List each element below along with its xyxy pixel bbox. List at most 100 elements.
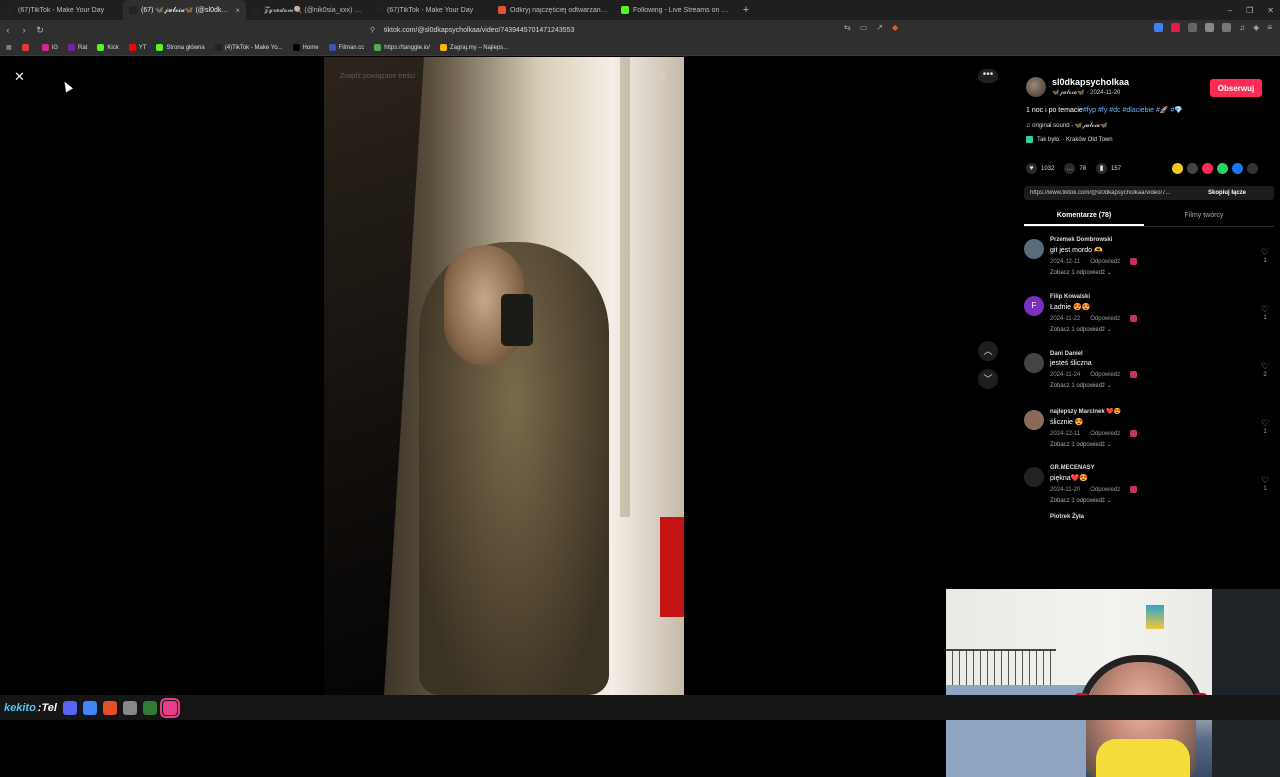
reply-button[interactable]: Odpowiedz — [1090, 431, 1120, 437]
author-block[interactable]: sl0dkapsycholkaa 🦋𝓳𝓾𝓵𝓬𝓲𝓪🦋 · 2024-11-20 — [1026, 77, 1129, 97]
taskbar-app-icon[interactable] — [122, 700, 137, 715]
commenter-avatar[interactable] — [1024, 410, 1044, 430]
reply-button[interactable]: Odpowiedz — [1090, 316, 1120, 322]
bookmark-item[interactable]: Strona główna — [156, 44, 205, 51]
window-close-icon[interactable]: ✕ — [1267, 6, 1274, 15]
facebook-share-icon[interactable] — [1232, 163, 1243, 174]
new-tab-button[interactable]: + — [738, 4, 754, 16]
address-bar[interactable]: ⚲ tiktok.com/@sl0dkapsycholkaa/video/743… — [370, 23, 910, 37]
commenter-name[interactable]: Przemek Dombrowski — [1050, 237, 1250, 243]
reload-icon[interactable]: ↻ — [32, 25, 48, 36]
extension-icon[interactable] — [1188, 23, 1198, 32]
code-share-icon[interactable] — [1187, 163, 1198, 174]
view-replies-button[interactable]: Zobacz 1 odpowiedź ⌄ — [1050, 497, 1250, 504]
browser-tab[interactable]: 𝓩𝓰𝓻𝓮𝓭𝓪𝓶🍭 (@nik0sia_xxx) | TikTok — [246, 0, 369, 20]
comment-like-button[interactable]: ♡ 2 — [1260, 361, 1270, 378]
tab-comments[interactable]: Komentarze (78) — [1024, 207, 1144, 226]
commenter-avatar[interactable] — [1024, 239, 1044, 259]
bookmark-item[interactable]: Zagraj.my – Najleps... — [439, 44, 508, 51]
comment-like-button[interactable]: ♡ 1 — [1260, 304, 1270, 321]
url-text[interactable]: tiktok.com/@sl0dkapsycholkaa/video/74394… — [384, 27, 574, 34]
author-name[interactable]: sl0dkapsycholkaa — [1052, 77, 1129, 87]
menu-icon[interactable]: ≡ — [1267, 23, 1272, 32]
taskbar-chrome-icon[interactable] — [82, 700, 97, 715]
next-video-icon[interactable]: ﹀ — [978, 369, 998, 389]
like-button[interactable]: ♥ 1032 — [1026, 163, 1054, 174]
forward-share-icon[interactable] — [1247, 163, 1258, 174]
commenter-name[interactable]: Filip Kowalski — [1050, 294, 1250, 300]
view-replies-button[interactable]: Zobacz 1 odpowiedź ⌄ — [1050, 441, 1250, 448]
screen-icon[interactable]: ▭ — [860, 23, 868, 32]
save-button[interactable]: ▮ 157 — [1096, 163, 1121, 174]
apps-grid-icon[interactable]: ▦ — [6, 44, 12, 51]
video-player[interactable]: Znajdź powiązane treści ⚲ — [324, 57, 684, 695]
location-tag[interactable]: Tak było. · Kraków Old Town — [1026, 136, 1113, 143]
site-info-icon[interactable]: ⚲ — [370, 26, 384, 34]
taskbar-discord-icon[interactable] — [62, 700, 77, 715]
browser-tab[interactable]: Following - Live Streams on Kick — [615, 0, 738, 20]
comment-like-button[interactable]: ♡ 1 — [1260, 475, 1270, 492]
sound-link[interactable]: ♫ original sound - 🦋𝓳𝓾𝓵𝓬𝓲𝓪🦋 — [1026, 122, 1108, 130]
commenter-name[interactable]: Dani Daniel — [1050, 351, 1250, 357]
previous-video-icon[interactable]: ︿ — [978, 341, 998, 361]
extension-icon[interactable] — [1222, 23, 1232, 32]
commenter-name[interactable]: Piotrek Żyła — [1050, 514, 1250, 520]
commenter-avatar[interactable] — [1024, 467, 1044, 487]
taskbar-brave-icon[interactable] — [102, 700, 117, 715]
wallet-icon[interactable]: ◈ — [1253, 23, 1259, 32]
search-icon[interactable]: ⚲ — [660, 71, 666, 80]
bookmark-item[interactable]: (4)TikTok - Make Yo... — [214, 44, 283, 51]
bookmark-item[interactable]: https://tanggle.io/ — [374, 44, 430, 51]
view-replies-button[interactable]: Zobacz 1 odpowiedź ⌄ — [1050, 269, 1250, 276]
commenter-name[interactable]: najlepszy Marcinek ❤️😍 — [1050, 408, 1250, 415]
minimize-icon[interactable]: – — [1228, 6, 1232, 15]
follow-button[interactable]: Obserwuj — [1210, 79, 1262, 97]
extension-icon[interactable] — [1171, 23, 1181, 32]
close-tab-icon[interactable]: × — [235, 6, 240, 15]
close-icon[interactable]: ✕ — [12, 69, 27, 84]
browser-tab[interactable]: Odkryj najczęściej odtwarzane utwo — [492, 0, 615, 20]
restore-icon[interactable]: ❐ — [1246, 6, 1253, 15]
comment-like-button[interactable]: ♡ 1 — [1260, 418, 1270, 435]
reply-button[interactable]: Odpowiedz — [1090, 487, 1120, 493]
location-text[interactable]: Tak było. · Kraków Old Town — [1037, 137, 1113, 143]
bookmark-item[interactable]: Filman.cc — [328, 44, 364, 51]
video-link[interactable]: https://www.tiktok.com/@sl0dkapsycholkaa… — [1024, 190, 1202, 196]
browser-tab[interactable]: (67) 🦋𝓳𝓾𝓵𝓬𝓲𝓪🦋 (@sl0dkapsy × — [123, 0, 246, 20]
whatsapp-share-icon[interactable] — [1217, 163, 1228, 174]
forward-icon[interactable]: › — [16, 25, 32, 35]
commenter-avatar[interactable]: F — [1024, 296, 1044, 316]
browser-tab[interactable]: (67)TikTok - Make Your Day — [0, 0, 123, 20]
reply-button[interactable]: Odpowiedz — [1090, 259, 1120, 265]
avatar[interactable] — [1026, 77, 1046, 97]
media-icon[interactable]: ♫ — [1239, 23, 1245, 32]
more-options-icon[interactable]: ••• — [978, 69, 998, 83]
commenter-avatar[interactable] — [1024, 353, 1044, 373]
copy-link-button[interactable]: Skopiuj łącze — [1202, 190, 1246, 196]
bookmark-item[interactable] — [21, 44, 32, 51]
bookmark-item[interactable]: Kick — [97, 44, 119, 51]
bookmark-item[interactable]: Home — [292, 44, 319, 51]
bookmark-item[interactable]: Rat — [68, 44, 87, 51]
translate-icon[interactable]: ⇆ — [844, 23, 851, 32]
view-replies-button[interactable]: Zobacz 1 odpowiedź ⌄ — [1050, 326, 1250, 333]
pinterest-share-icon[interactable] — [1202, 163, 1213, 174]
back-icon[interactable]: ‹ — [0, 25, 16, 35]
tab-creator-videos[interactable]: Filmy twórcy — [1144, 207, 1264, 226]
browser-tab[interactable]: (67)TikTok - Make Your Day — [369, 0, 492, 20]
bookmark-item[interactable]: YT — [128, 44, 146, 51]
hashtags[interactable]: #fyp #fy #dc #dlaciebie #🚀 #💎 — [1083, 107, 1183, 114]
extension-icon[interactable] — [1154, 23, 1164, 32]
extension-icon[interactable] — [1205, 23, 1215, 32]
related-search-input[interactable]: Znajdź powiązane treści — [340, 73, 415, 80]
embed-share-icon[interactable] — [1172, 163, 1183, 174]
share-page-icon[interactable]: ↗ — [876, 23, 883, 32]
view-replies-button[interactable]: Zobacz 1 odpowiedź ⌄ — [1050, 382, 1250, 389]
comment-button[interactable]: … 78 — [1064, 163, 1086, 174]
brave-shield-icon[interactable]: ◆ — [892, 23, 898, 32]
taskbar-app-icon[interactable] — [142, 700, 157, 715]
reply-button[interactable]: Odpowiedz — [1090, 372, 1120, 378]
taskbar-app-icon[interactable] — [159, 697, 180, 718]
comment-like-button[interactable]: ♡ 1 — [1260, 247, 1270, 264]
bookmark-item[interactable]: IG — [41, 44, 58, 51]
